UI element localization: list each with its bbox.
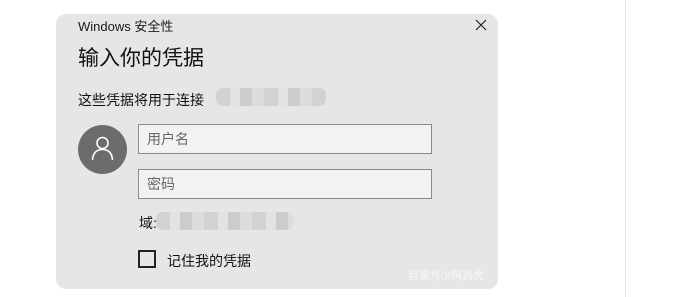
redacted-domain-value: [156, 212, 294, 230]
avatar: [78, 125, 127, 174]
watermark-text: 百家号/X阿昌虎: [408, 270, 485, 282]
username-input[interactable]: [138, 124, 432, 154]
remember-label: 记住我的凭据: [167, 253, 251, 269]
connection-text: 这些凭据将用于连接: [78, 92, 204, 108]
password-input[interactable]: [138, 169, 432, 199]
close-icon: [475, 19, 487, 31]
remember-checkbox[interactable]: [138, 250, 156, 268]
window-edge-divider: [625, 0, 626, 297]
dialog-heading: 输入你的凭据: [78, 47, 204, 70]
domain-label: 域:: [139, 215, 157, 231]
dialog-title: Windows 安全性: [78, 19, 174, 34]
close-button[interactable]: [469, 14, 493, 36]
credential-dialog: Windows 安全性 输入你的凭据 这些凭据将用于连接 域: 记住我的凭据 百…: [56, 14, 498, 289]
user-icon: [91, 136, 114, 161]
redacted-server-name: [216, 88, 326, 106]
